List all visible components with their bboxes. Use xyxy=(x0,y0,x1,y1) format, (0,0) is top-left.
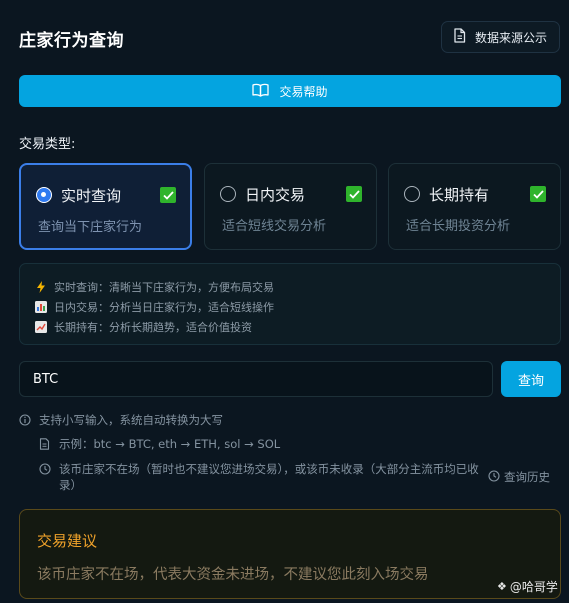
option-name: 长期持有 xyxy=(429,185,490,204)
option-realtime-query[interactable]: 实时查询 查询当下庄家行为 xyxy=(19,163,192,250)
trade-advice-box: 交易建议 该币庄家不在场，代表大资金未进场，不建议您此刻入场交易 xyxy=(19,509,561,599)
checkmark-icon xyxy=(346,186,362,202)
advice-title: 交易建议 xyxy=(37,532,98,550)
info-text: 长期持有：分析长期趋势，适合价值投资 xyxy=(54,321,252,334)
advice-text: 该币庄家不在场，代表大资金未进场，不建议您此刻入场交易 xyxy=(37,567,429,583)
option-intraday-trading[interactable]: 日内交易 适合短线交易分析 xyxy=(204,163,377,250)
option-name: 实时查询 xyxy=(61,186,122,205)
trade-help-button[interactable]: 交易帮助 xyxy=(19,75,561,107)
lightning-icon xyxy=(35,281,47,293)
radio-unselected-icon[interactable] xyxy=(220,186,236,202)
data-source-button[interactable]: 数据来源公示 xyxy=(441,21,560,53)
clock-icon xyxy=(39,463,51,475)
checkmark-icon xyxy=(530,186,546,202)
info-circle-icon xyxy=(19,414,31,426)
info-line: 长期持有：分析长期趋势，适合价值投资 xyxy=(35,317,560,337)
book-icon xyxy=(252,83,279,100)
line-chart-icon xyxy=(35,321,47,333)
hint-text: 支持小写输入，系统自动转换为大写 xyxy=(39,413,223,427)
bar-chart-icon xyxy=(35,301,47,313)
option-name: 日内交易 xyxy=(245,185,306,204)
hint-text: 示例：btc → BTC, eth → ETH, sol → SOL xyxy=(59,437,281,451)
document-icon xyxy=(39,438,51,450)
watermark: ❖ @哈哥学 xyxy=(497,578,558,595)
header: 庄家行为查询 数据来源公示 xyxy=(0,0,569,72)
info-line: 日内交易：分析当日庄家行为，适合短线操作 xyxy=(35,297,560,317)
trade-type-info-box: 实时查询：清晰当下庄家行为，方便布局交易 日内交易：分析当日庄家行为，适合短线操… xyxy=(19,263,561,345)
option-description: 适合短线交易分析 xyxy=(222,219,327,234)
query-button[interactable]: 查询 xyxy=(501,361,561,397)
option-description: 适合长期投资分析 xyxy=(406,219,511,234)
status-hint: 该币庄家不在场（暂时也不建议您进场交易），或该币未收录（大部分主流币均已收录） xyxy=(39,461,484,493)
trade-type-label: 交易类型: xyxy=(19,137,76,152)
hint-text: 该币庄家不在场（暂时也不建议您进场交易），或该币未收录（大部分主流币均已收录） xyxy=(59,462,479,492)
watermark-logo-icon: ❖ xyxy=(497,580,507,593)
trade-help-label: 交易帮助 xyxy=(279,84,328,99)
option-description: 查询当下庄家行为 xyxy=(38,220,143,235)
radio-unselected-icon[interactable] xyxy=(404,186,420,202)
example-hint: 示例：btc → BTC, eth → ETH, sol → SOL xyxy=(39,436,280,452)
radio-selected-icon[interactable] xyxy=(36,187,52,203)
symbol-search-input[interactable] xyxy=(19,361,493,397)
info-line: 实时查询：清晰当下庄家行为，方便布局交易 xyxy=(35,277,560,297)
uppercase-hint: 支持小写输入，系统自动转换为大写 xyxy=(19,412,223,428)
data-source-label: 数据来源公示 xyxy=(475,30,548,45)
clock-icon xyxy=(488,469,504,485)
document-icon xyxy=(453,28,475,46)
option-long-term-holding[interactable]: 长期持有 适合长期投资分析 xyxy=(388,163,561,250)
history-label: 查询历史 xyxy=(504,470,550,484)
info-text: 日内交易：分析当日庄家行为，适合短线操作 xyxy=(54,301,274,314)
page-title: 庄家行为查询 xyxy=(19,31,124,51)
watermark-text: @哈哥学 xyxy=(509,580,558,594)
query-history-button[interactable]: 查询历史 xyxy=(488,469,550,485)
info-text: 实时查询：清晰当下庄家行为，方便布局交易 xyxy=(54,281,274,294)
checkmark-icon xyxy=(160,187,176,203)
